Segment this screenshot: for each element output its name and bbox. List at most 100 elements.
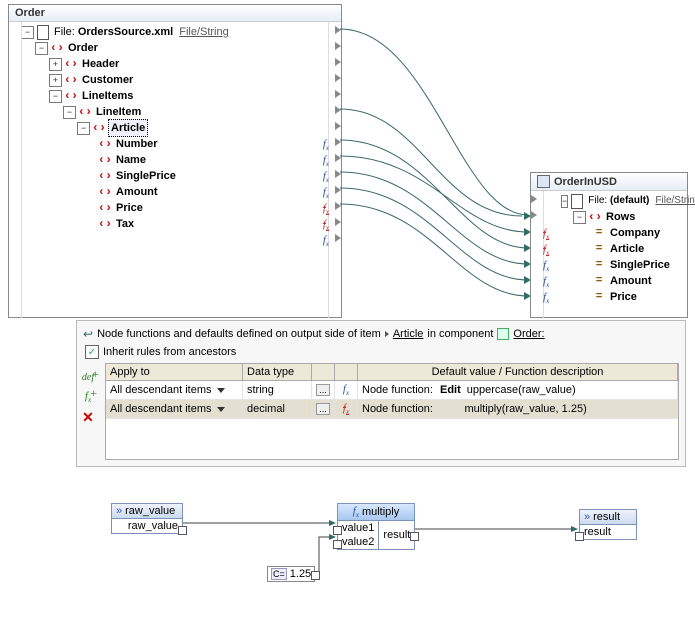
collapse-icon[interactable]: −	[561, 195, 568, 208]
input-icon: »	[116, 505, 122, 517]
fx-strike-icon[interactable]: fx	[323, 202, 329, 216]
element-icon: ‹›	[51, 42, 63, 54]
target-field-company[interactable]: =Company	[561, 225, 683, 241]
item-link[interactable]: Article	[393, 328, 424, 340]
component-icon	[497, 328, 509, 340]
target-file-row[interactable]: − File: (default) File/String	[561, 193, 683, 209]
element-icon: ‹›	[99, 186, 111, 198]
node-functions-heading: ↩ Node functions and defaults defined on…	[83, 327, 679, 341]
rules-table: Apply to Data type Default value / Funct…	[105, 363, 679, 460]
tree-row-amount[interactable]: ‹›Amount	[21, 184, 337, 200]
tree-row-number[interactable]: ‹›Number	[21, 136, 337, 152]
attribute-icon: =	[593, 243, 605, 255]
rule-row-selected[interactable]: All descendant items decimal ... fx Node…	[106, 400, 678, 419]
element-icon: ‹›	[65, 90, 77, 102]
element-icon: ‹›	[65, 74, 77, 86]
tree-row-customer[interactable]: + ‹› Customer	[21, 72, 337, 88]
output-port[interactable]	[178, 526, 187, 535]
fx-icon[interactable]: fx	[343, 383, 349, 397]
file-icon	[37, 25, 49, 40]
attribute-icon: =	[593, 227, 605, 239]
delete-button[interactable]: ✕	[80, 409, 96, 425]
tree-row-file[interactable]: − File: OrdersSource.xml File/String	[21, 24, 337, 40]
fx-strike-icon[interactable]: fx	[343, 402, 349, 416]
collapse-icon[interactable]: −	[49, 90, 62, 103]
target-left-markers	[529, 191, 544, 319]
element-icon: ‹›	[79, 106, 91, 118]
rule-row[interactable]: All descendant items string ... fx Node …	[106, 381, 678, 400]
source-right-markers	[328, 22, 343, 318]
tree-row-order[interactable]: − ‹› Order	[21, 40, 337, 56]
source-panel-title: Order	[9, 5, 341, 22]
element-icon: ‹›	[99, 202, 111, 214]
back-icon[interactable]: ↩	[83, 327, 93, 341]
fx-icon[interactable]: fx	[323, 154, 329, 168]
triangle-icon	[385, 331, 389, 337]
collapse-icon[interactable]: −	[77, 122, 90, 135]
output-port[interactable]	[410, 532, 419, 541]
expand-icon[interactable]: +	[49, 58, 62, 71]
tree-row-singleprice[interactable]: ‹›SinglePrice	[21, 168, 337, 184]
target-panel: OrderInUSD fx fx fx fx fx − File: (defau…	[530, 172, 688, 318]
result-node[interactable]: »result result	[579, 509, 637, 540]
file-icon	[571, 194, 583, 209]
fx-strike-icon[interactable]: fx	[323, 218, 329, 232]
tree-row-lineitem[interactable]: − ‹› LineItem	[21, 104, 337, 120]
component-link[interactable]: Order:	[513, 328, 544, 340]
fx-icon: fx	[353, 505, 359, 519]
collapse-icon[interactable]: −	[573, 211, 586, 224]
collapse-icon[interactable]: −	[21, 26, 34, 39]
expand-icon[interactable]: +	[49, 74, 62, 87]
source-panel: Order fx fx fx fx fx fx fx	[8, 4, 342, 318]
target-rows-row[interactable]: − ‹› Rows	[561, 209, 683, 225]
multiply-node[interactable]: fxmultiply value1 value2 result	[337, 503, 415, 550]
fx-icon[interactable]: fx	[323, 234, 329, 248]
dropdown-icon[interactable]	[217, 407, 225, 412]
input-port[interactable]	[333, 526, 342, 535]
dropdown-icon[interactable]	[217, 388, 225, 393]
element-icon: ‹›	[93, 122, 105, 134]
add-default-button[interactable]: def+	[80, 369, 96, 385]
browse-button[interactable]: ...	[316, 384, 330, 396]
attribute-icon: =	[593, 259, 605, 271]
node-functions-panel: ↩ Node functions and defaults defined on…	[76, 320, 686, 467]
collapse-icon[interactable]: −	[63, 106, 76, 119]
rules-toolbar: def+ fx+ ✕	[79, 369, 97, 425]
element-icon: ‹›	[99, 170, 111, 182]
inherit-checkbox-row[interactable]: ✓ Inherit rules from ancestors	[85, 345, 679, 359]
source-left-markers	[7, 22, 22, 318]
fx-icon[interactable]: fx	[323, 170, 329, 184]
add-function-button[interactable]: fx+	[80, 389, 96, 405]
component-icon	[537, 175, 550, 188]
target-field-article[interactable]: =Article	[561, 241, 683, 257]
attribute-icon: =	[593, 291, 605, 303]
element-icon: ‹›	[99, 218, 111, 230]
collapse-icon[interactable]: −	[35, 42, 48, 55]
rules-header: Apply to Data type Default value / Funct…	[106, 364, 678, 381]
fx-icon[interactable]: fx	[323, 186, 329, 200]
target-field-amount[interactable]: =Amount	[561, 273, 683, 289]
file-type-link[interactable]: File/String	[655, 193, 695, 209]
target-field-singleprice[interactable]: =SinglePrice	[561, 257, 683, 273]
raw-value-node[interactable]: »raw_value raw_value	[111, 503, 183, 534]
browse-button[interactable]: ...	[316, 403, 330, 415]
target-field-price[interactable]: =Price	[561, 289, 683, 305]
tree-row-name[interactable]: ‹›Name	[21, 152, 337, 168]
element-icon: ‹›	[589, 211, 601, 223]
tree-row-article[interactable]: − ‹› Article	[21, 120, 337, 136]
element-icon: ‹›	[99, 154, 111, 166]
tree-row-header[interactable]: + ‹› Header	[21, 56, 337, 72]
checkbox-icon[interactable]: ✓	[85, 345, 99, 359]
fx-icon[interactable]: fx	[323, 138, 329, 152]
constant-node[interactable]: C= 1.25	[267, 566, 315, 582]
element-icon: ‹›	[99, 138, 111, 150]
file-type-link[interactable]: File/String	[179, 24, 229, 40]
input-port[interactable]	[333, 540, 342, 549]
constant-icon: C=	[271, 568, 287, 580]
edit-button[interactable]: Edit	[440, 384, 461, 396]
output-port[interactable]	[311, 571, 320, 580]
tree-row-tax[interactable]: ‹›Tax	[21, 216, 337, 232]
input-port[interactable]	[575, 532, 584, 541]
tree-row-price[interactable]: ‹›Price	[21, 200, 337, 216]
tree-row-lineitems[interactable]: − ‹› LineItems	[21, 88, 337, 104]
